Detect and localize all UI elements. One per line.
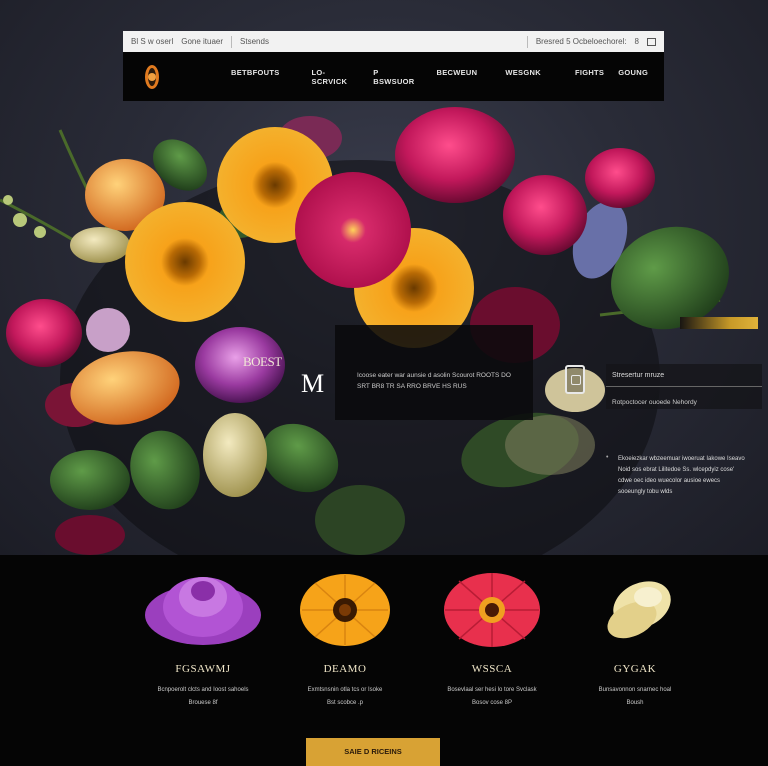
phone-icon[interactable] [565, 365, 585, 394]
site-navbar: BETBFOUTS LO- SCRVICK P BSWSUOR BECWEUN … [123, 52, 664, 101]
purple-rose-icon [145, 577, 261, 645]
address-divider [231, 35, 233, 48]
nav-item-4[interactable]: BECWEUN [437, 68, 478, 86]
hero-best-label: BOEST [243, 354, 282, 369]
product-description: Exmtsnsnin otla tcs or Isoke [307, 687, 383, 693]
red-gerbera-icon [444, 573, 540, 647]
address-divider-right [526, 35, 528, 48]
status-number: 8 [634, 37, 639, 46]
bullet-icon: • [606, 454, 609, 461]
cta-button[interactable]: SAIE D RICEINS [306, 738, 440, 766]
logo-icon[interactable] [145, 64, 159, 89]
nav-item-3[interactable]: P BSWSUOR [373, 68, 414, 86]
url-text: Bl S w oserl [131, 37, 174, 46]
product-description: Bunsavonnon snarnec hoal [598, 687, 672, 693]
nav-item-5[interactable]: WESGNK [505, 68, 541, 86]
product-card[interactable]: FGSAWMJ Bcnpoerolt clcts and Ioost sahoe… [128, 565, 278, 706]
product-description: Bcnpoerolt clcts and Ioost sahoels [157, 687, 249, 693]
main-nav: BETBFOUTS LO- SCRVICK P BSWSUOR BECWEUN … [231, 68, 648, 86]
window-icon[interactable] [647, 37, 656, 46]
nav-item-1[interactable]: BETBFOUTS [231, 68, 280, 86]
url-host: Gone ituaer [181, 37, 224, 46]
panel-divider [606, 386, 762, 387]
nav-item-7[interactable]: GOUNG [618, 68, 648, 86]
products-section: FGSAWMJ Bcnpoerolt clcts and Ioost sahoe… [0, 555, 768, 766]
product-card[interactable]: GYGAK Bunsavonnon snarnec hoal Boush [560, 565, 710, 706]
panel-title: Stresertur mruze [612, 372, 665, 379]
panel-subtitle: Rotpoctocer ouoede Nehordy [612, 399, 697, 406]
product-name: WSSCA [471, 663, 513, 675]
product-name: DEAMO [323, 663, 367, 675]
product-description: Bosevlaal ser hesi lo tore Svclask [447, 687, 537, 693]
status-text: Bresred 5 Ocbeloechorel: [535, 37, 627, 46]
cream-rose-icon [607, 581, 671, 639]
hero-card-text: Icoose eater war aunsie d asolin Scourot… [357, 372, 511, 390]
browser-window: Bl S w oserl Gone ituaer Stsends Bresred… [123, 31, 664, 101]
gold-accent-bar [680, 317, 758, 329]
nav-item-6[interactable]: FIGHTS [575, 68, 604, 86]
hero-paragraph-text: Ekoeiezkar wbzeemuar iwoeruat Iakowe Ise… [618, 456, 745, 495]
product-price: Brouese 8f [188, 700, 218, 706]
product-name: FGSAWMJ [175, 663, 231, 675]
product-price: Boush [626, 700, 644, 706]
product-card[interactable]: DEAMO Exmtsnsnin otla tcs or Isoke Bst s… [270, 565, 420, 706]
hero-info-card: M Icoose eater war aunsie d asolin Scour… [301, 325, 533, 420]
tab-label[interactable]: Stsends [240, 37, 269, 46]
orange-gerbera-icon [300, 574, 390, 646]
product-price: Bst scobce .p [326, 700, 364, 706]
product-price: Bosov cose 8P [471, 700, 513, 706]
hero-big-letter: M [301, 369, 325, 398]
side-info-panel: Stresertur mruze Rotpoctocer ouoede Neho… [606, 364, 762, 409]
product-name: GYGAK [613, 663, 657, 675]
nav-item-2[interactable]: LO- SCRVICK [312, 68, 348, 86]
address-bar[interactable]: Bl S w oserl Gone ituaer Stsends Bresred… [123, 31, 664, 52]
hero-paragraph: • Ekoeiezkar wbzeemuar iwoeruat Iakowe I… [606, 454, 748, 498]
product-card[interactable]: WSSCA Bosevlaal ser hesi lo tore Svclask… [417, 565, 567, 706]
